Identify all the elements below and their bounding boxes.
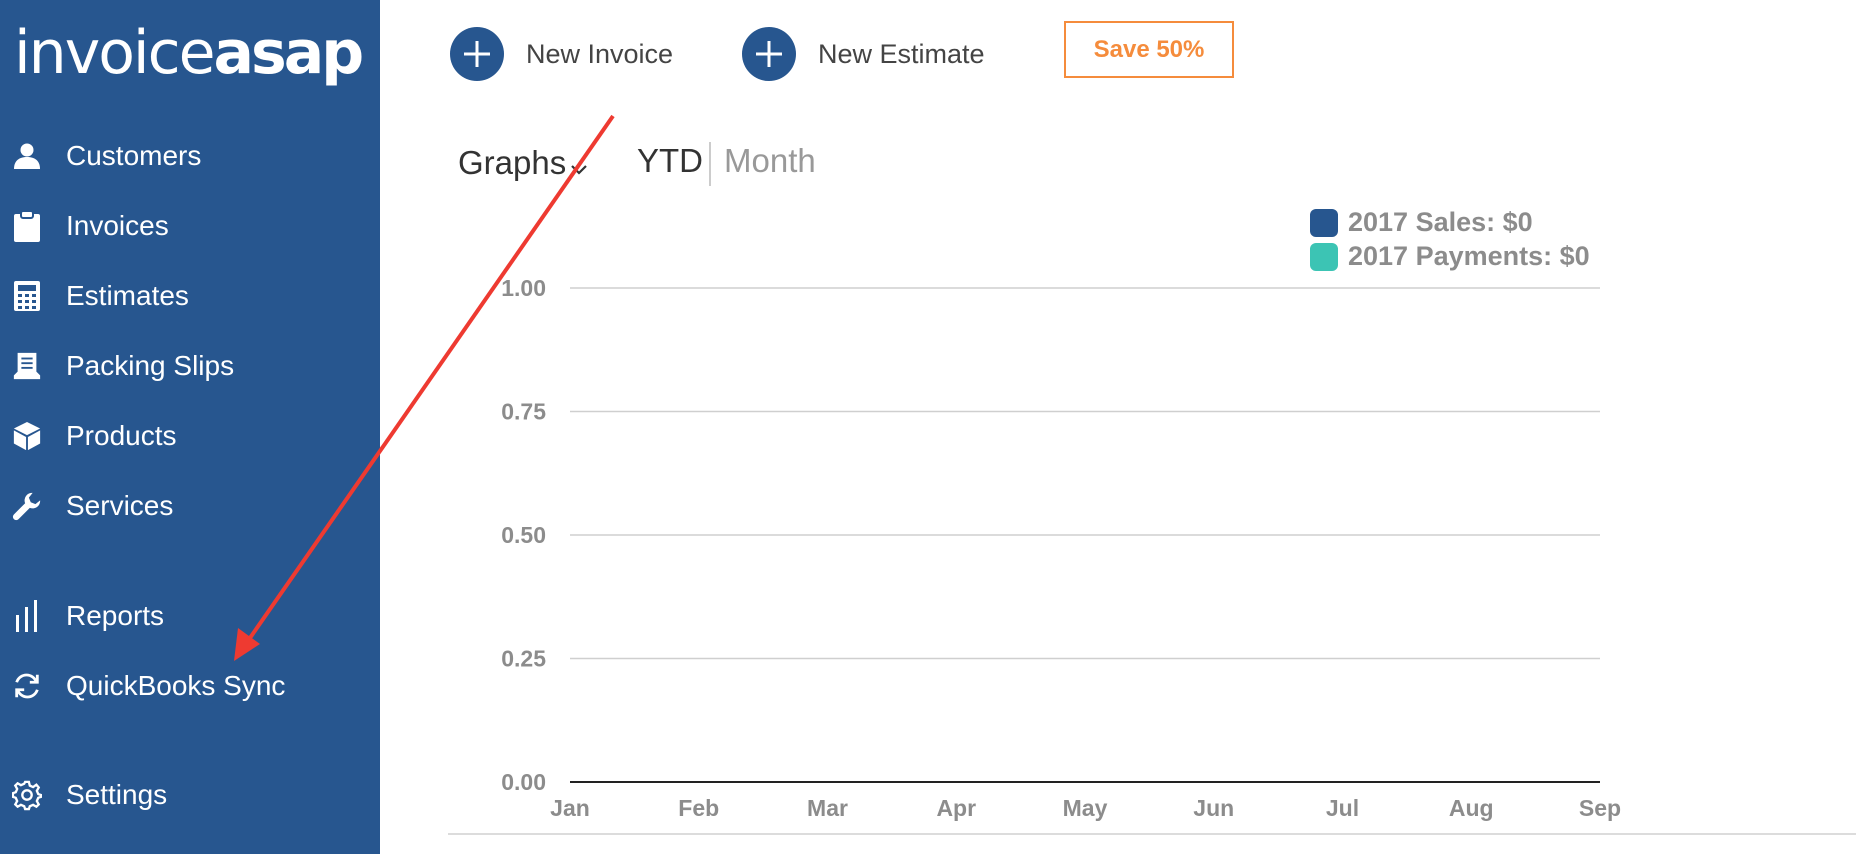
annotation-arrow-head [234, 628, 260, 661]
annotation-arrow [234, 114, 615, 661]
annotation-arrow-line [241, 114, 615, 650]
